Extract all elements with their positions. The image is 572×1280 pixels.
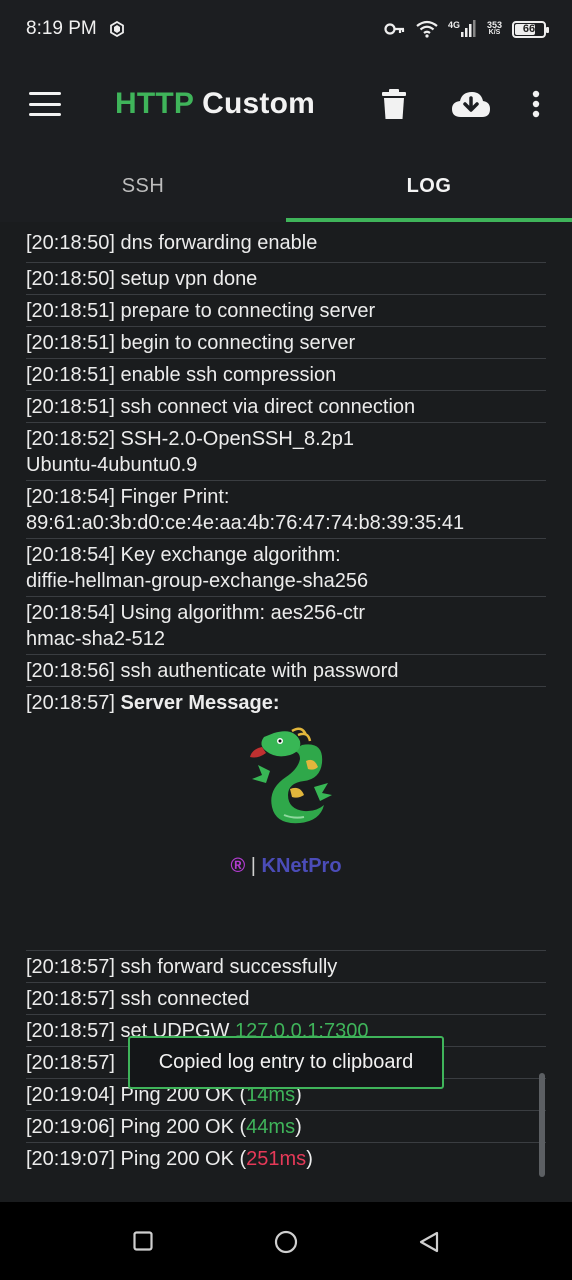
log-entry[interactable]: [20:18:50] setup vpn done — [26, 263, 546, 295]
server-brand: ® | KNetPro — [26, 853, 546, 879]
log-entry[interactable]: [20:18:51] ssh connect via direct connec… — [26, 391, 546, 423]
log-entry[interactable]: [20:19:06] Ping 200 OK (44ms) — [26, 1111, 546, 1143]
app-title-http: HTTP — [115, 87, 194, 120]
cloud-download-icon[interactable] — [450, 88, 492, 120]
app-title: HTTP Custom — [115, 87, 315, 121]
log-entry[interactable]: [20:18:54] Key exchange algorithm: diffi… — [26, 539, 546, 597]
log-entry-server-message[interactable]: [20:18:57] Server Message: ® | KNetPro — [26, 687, 546, 951]
battery-level: 66 — [522, 23, 536, 35]
vpn-icon — [109, 21, 124, 37]
navigation-bar — [0, 1202, 572, 1280]
app-title-custom: Custom — [202, 87, 316, 120]
brand-registered-mark: ® — [230, 855, 246, 877]
tab-log[interactable]: LOG — [286, 150, 572, 222]
network-type: 4G — [447, 20, 460, 30]
trash-icon[interactable] — [380, 88, 408, 120]
tab-bar: SSH LOG — [0, 150, 572, 222]
status-bar: 8:19 PM 4G 353 K/S 66 — [0, 0, 572, 58]
log-entry[interactable]: [20:18:52] SSH-2.0-OpenSSH_8.2p1 Ubuntu-… — [26, 423, 546, 481]
more-vert-icon[interactable] — [528, 88, 544, 120]
log-entry[interactable]: [20:18:51] enable ssh compression — [26, 359, 546, 391]
log-entry[interactable]: [20:18:54] Finger Print: 89:61:a0:3b:d0:… — [26, 481, 546, 539]
brand-name: KNetPro — [261, 855, 342, 877]
toast-message: Copied log entry to clipboard — [128, 1036, 444, 1089]
speed-unit: K/S — [488, 29, 501, 36]
dragon-icon — [250, 727, 332, 824]
log-entry[interactable]: [20:19:07] Ping 200 OK (251ms) — [26, 1143, 546, 1174]
recents-icon[interactable] — [133, 1231, 153, 1251]
brand-separator: | — [250, 855, 256, 877]
log-scrollbar[interactable] — [539, 1073, 545, 1177]
status-time: 8:19 PM — [26, 18, 97, 39]
log-entry[interactable]: [20:18:56] ssh authenticate with passwor… — [26, 655, 546, 687]
menu-icon[interactable] — [29, 92, 61, 116]
key-icon — [384, 23, 405, 35]
app-bar: HTTP Custom — [0, 58, 572, 150]
log-entry[interactable]: [20:18:57] ssh connected — [26, 983, 546, 1015]
tab-ssh[interactable]: SSH — [0, 150, 286, 222]
cellular-signal: 4G — [448, 20, 477, 38]
log-entry[interactable]: [20:18:51] begin to connecting server — [26, 327, 546, 359]
log-entry[interactable]: [20:18:51] prepare to connecting server — [26, 295, 546, 327]
signal-icon — [460, 20, 476, 37]
log-entry[interactable]: [20:18:50] dns forwarding enable — [26, 230, 546, 263]
back-icon[interactable] — [418, 1231, 440, 1253]
log-entry[interactable]: [20:18:54] Using algorithm: aes256-ctr h… — [26, 597, 546, 655]
log-entry[interactable]: [20:18:57] ssh forward successfully — [26, 951, 546, 983]
network-speed: 353 K/S — [487, 21, 502, 37]
wifi-icon — [416, 20, 438, 38]
speed-value: 353 — [486, 20, 502, 30]
battery-icon: 66 — [512, 20, 549, 38]
home-icon[interactable] — [274, 1230, 298, 1254]
